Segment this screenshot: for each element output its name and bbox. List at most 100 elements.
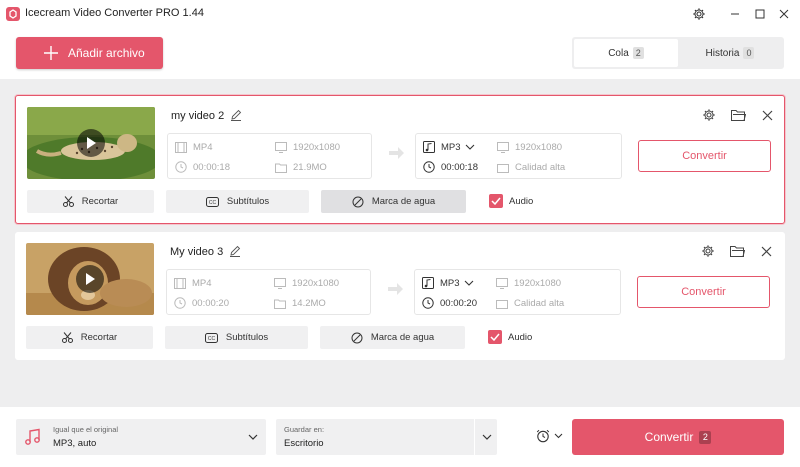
- minimize-button[interactable]: [725, 4, 745, 24]
- play-icon[interactable]: [77, 129, 105, 157]
- clock-icon: [423, 161, 435, 173]
- maximize-button[interactable]: [750, 4, 770, 24]
- output-preset-dropdown[interactable]: Igual que el original MP3, auto: [16, 419, 266, 455]
- watermark-label: Marca de agua: [370, 332, 435, 343]
- target-duration[interactable]: 00:00:20: [422, 296, 477, 310]
- preset-value: MP3, auto: [53, 438, 97, 449]
- source-duration: 00:00:20: [174, 296, 229, 310]
- trim-label: Recortar: [80, 332, 118, 343]
- trim-button[interactable]: Recortar: [26, 326, 153, 349]
- close-window-button[interactable]: [774, 4, 794, 24]
- target-info-box: MP3 1920x1080 00:00:20 Calidad alta: [414, 269, 621, 315]
- video-title: My video 3: [170, 246, 224, 258]
- target-resolution-value: 1920x1080: [515, 141, 563, 153]
- source-duration: 00:00:18: [175, 160, 230, 174]
- convert-item-button[interactable]: Convertir: [638, 140, 771, 172]
- monitor-icon: [274, 277, 286, 289]
- subtitles-button[interactable]: CC Subtítulos: [166, 190, 309, 213]
- tab-queue[interactable]: Cola 2: [574, 39, 678, 67]
- arrow-right-icon: [389, 146, 405, 163]
- film-icon: [175, 141, 187, 153]
- clock-icon: [174, 297, 186, 309]
- target-format-dropdown[interactable]: MP3: [423, 140, 481, 154]
- remove-item-close-icon[interactable]: [757, 242, 775, 260]
- target-quality-value: Calidad alta: [515, 161, 566, 173]
- target-duration-value: 00:00:20: [440, 297, 477, 309]
- target-quality: Calidad alta: [497, 160, 565, 174]
- watermark-button[interactable]: Marca de agua: [320, 326, 465, 349]
- watermark-icon: [351, 332, 363, 343]
- scissors-icon: [61, 332, 73, 343]
- audio-checkbox[interactable]: [489, 194, 503, 208]
- edit-title-pencil-icon[interactable]: [229, 245, 241, 260]
- tab-history[interactable]: Historia 0: [678, 39, 782, 67]
- clock-icon: [175, 161, 187, 173]
- tab-bar: Cola 2 Historia 0: [572, 37, 784, 69]
- trim-label: Recortar: [81, 196, 119, 207]
- svg-text:CC: CC: [209, 200, 217, 206]
- chevron-down-icon: [464, 280, 473, 286]
- source-size-value: 21.9MO: [293, 161, 327, 173]
- queue-item-card[interactable]: My video 3 MP4 1920x1080 00:00:20 14.2MO…: [15, 232, 785, 360]
- convert-all-count: 2: [699, 430, 712, 444]
- bottom-bar: Igual que el original MP3, auto Guardar …: [0, 407, 800, 467]
- edit-title-pencil-icon[interactable]: [230, 109, 242, 124]
- open-folder-icon[interactable]: [728, 242, 746, 260]
- source-format: MP4: [174, 276, 212, 290]
- source-format-value: MP4: [192, 277, 212, 289]
- open-folder-icon[interactable]: [729, 106, 747, 124]
- convert-all-button[interactable]: Convertir 2: [572, 419, 784, 455]
- target-quality: Calidad alta: [496, 296, 564, 310]
- tab-history-count: 0: [743, 47, 755, 59]
- window-title: Icecream Video Converter PRO 1.44: [25, 7, 204, 19]
- trim-button[interactable]: Recortar: [27, 190, 154, 213]
- source-duration-value: 00:00:20: [192, 297, 229, 309]
- preset-caption: Igual que el original: [53, 425, 119, 434]
- source-info-box: MP4 1920x1080 00:00:20 14.2MO: [166, 269, 371, 315]
- add-file-button[interactable]: Añadir archivo: [16, 37, 163, 69]
- subtitles-label: Subtítulos: [226, 196, 270, 207]
- clock-icon: [422, 297, 434, 309]
- save-location-dropdown[interactable]: Guardar en: Escritorio: [276, 419, 497, 455]
- target-format-dropdown[interactable]: MP3: [422, 276, 480, 290]
- tab-history-label: Historia: [705, 47, 740, 59]
- dropdown-divider: [474, 419, 475, 455]
- watermark-button[interactable]: Marca de agua: [321, 190, 466, 213]
- chevron-down-icon: [554, 433, 563, 439]
- source-size: 21.9MO: [275, 160, 327, 174]
- scissors-icon: [62, 196, 74, 207]
- source-format: MP4: [175, 140, 213, 154]
- checkmark-icon: [490, 333, 500, 341]
- audio-checkbox[interactable]: [488, 330, 502, 344]
- target-resolution-value: 1920x1080: [514, 277, 562, 289]
- monitor-icon: [497, 141, 509, 153]
- app-logo-icon: [6, 7, 20, 21]
- item-settings-gear-icon[interactable]: [699, 242, 717, 260]
- chevron-down-icon: [482, 434, 492, 440]
- item-settings-gear-icon[interactable]: [700, 106, 718, 124]
- target-format-value: MP3: [441, 141, 461, 153]
- queue-item-card[interactable]: my video 2 MP4 1920x1080 00:00:18 21.9MO…: [15, 95, 785, 224]
- source-duration-value: 00:00:18: [193, 161, 230, 173]
- source-resolution-value: 1920x1080: [292, 277, 340, 289]
- add-file-label: Añadir archivo: [68, 46, 145, 60]
- alarm-clock-icon: [536, 429, 550, 443]
- convert-item-button[interactable]: Convertir: [637, 276, 770, 308]
- video-thumbnail[interactable]: [27, 107, 155, 179]
- video-thumbnail[interactable]: [26, 243, 154, 315]
- source-info-box: MP4 1920x1080 00:00:18 21.9MO: [167, 133, 372, 179]
- target-duration[interactable]: 00:00:18: [423, 160, 478, 174]
- target-info-box: MP3 1920x1080 00:00:18 Calidad alta: [415, 133, 622, 179]
- settings-gear-icon[interactable]: [689, 4, 709, 24]
- target-resolution: 1920x1080: [497, 140, 562, 154]
- subtitles-button[interactable]: CC Subtítulos: [165, 326, 308, 349]
- checkmark-icon: [491, 197, 501, 205]
- schedule-alarm-dropdown[interactable]: [536, 429, 563, 443]
- monitor-icon: [275, 141, 287, 153]
- video-title: my video 2: [171, 110, 225, 122]
- play-icon[interactable]: [76, 265, 104, 293]
- remove-item-close-icon[interactable]: [758, 106, 776, 124]
- cc-icon: CC: [205, 196, 219, 207]
- chevron-down-icon: [248, 434, 258, 440]
- music-file-icon: [422, 277, 434, 289]
